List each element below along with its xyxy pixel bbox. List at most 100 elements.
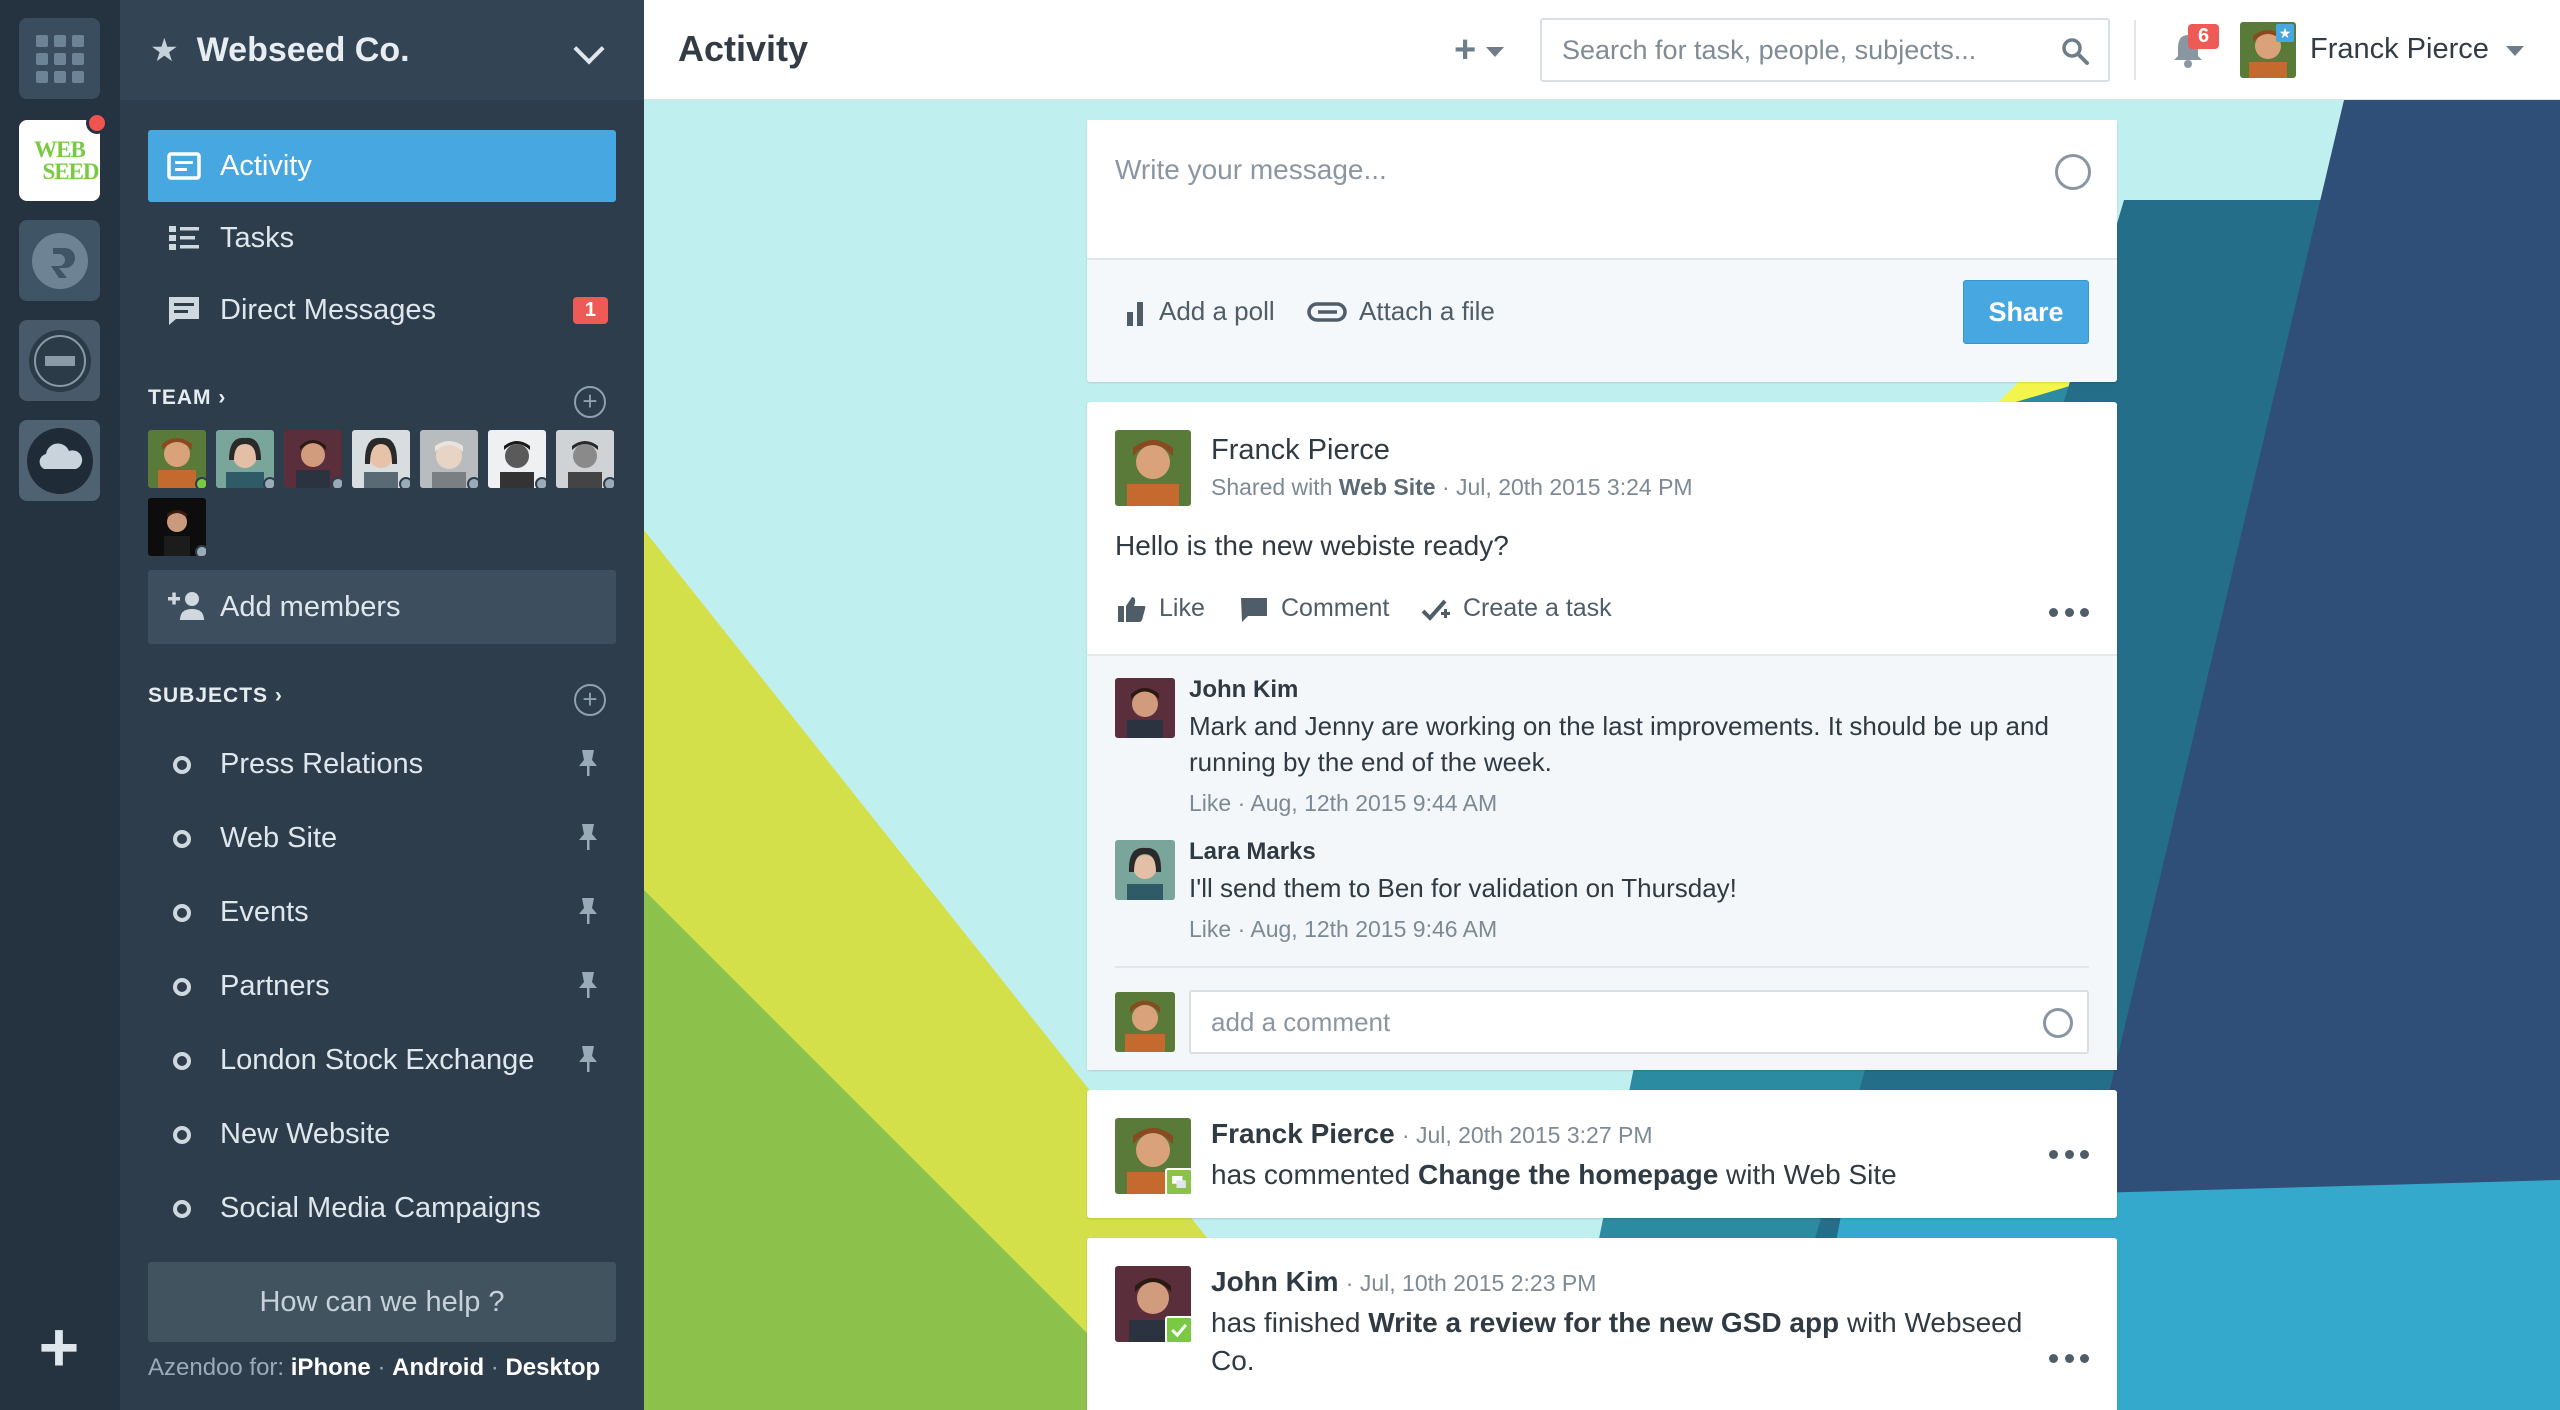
create-task-label: Create a task — [1463, 594, 1612, 622]
workspace-webseed[interactable]: WEB SEED — [19, 112, 108, 201]
post-author-avatar[interactable] — [1115, 430, 1191, 506]
desktop-link[interactable]: Desktop — [505, 1354, 600, 1381]
nav-direct-messages-label: Direct Messages — [220, 293, 436, 326]
workspace-3[interactable] — [19, 320, 100, 401]
star-icon[interactable]: ★ — [150, 31, 179, 69]
subjects-section-label[interactable]: SUBJECTS › — [148, 684, 283, 708]
footer-sep: · — [490, 1354, 499, 1381]
pin-icon[interactable] — [576, 822, 600, 852]
comment-meta[interactable]: Like · Aug, 12th 2015 9:44 AM — [1189, 790, 1497, 817]
message-input[interactable]: Write your message... — [1087, 120, 2117, 260]
person-avatar-icon — [1115, 992, 1175, 1052]
team-avatar-2[interactable] — [216, 430, 274, 488]
more-options-icon[interactable] — [2049, 1354, 2089, 1364]
user-avatar[interactable]: ★ — [2240, 22, 2296, 78]
comment-author[interactable]: Lara Marks — [1189, 838, 1316, 866]
subject-ring-icon — [173, 904, 191, 922]
create-menu-button[interactable]: + — [1454, 30, 1505, 70]
team-avatar-8[interactable] — [148, 498, 206, 556]
pin-icon[interactable] — [576, 896, 600, 926]
search-input[interactable] — [1542, 20, 2042, 80]
cloud-workspace-icon — [26, 427, 93, 494]
subject-label: London Stock Exchange — [220, 1043, 535, 1076]
comment-button[interactable]: Comment — [1239, 594, 1389, 623]
team-avatar-6[interactable] — [488, 430, 546, 488]
subject-item[interactable]: Social Media Campaigns — [148, 1178, 616, 1238]
notification-author[interactable]: John Kim — [1211, 1266, 1339, 1297]
check-plus-icon — [1421, 599, 1450, 621]
iphone-link[interactable]: iPhone — [291, 1354, 371, 1381]
more-options-icon[interactable] — [2049, 608, 2089, 618]
add-poll-button[interactable]: Add a poll — [1125, 296, 1275, 327]
notification-target[interactable]: Change the homepage — [1418, 1159, 1718, 1190]
nav-activity[interactable]: Activity — [148, 130, 616, 202]
notification-avatar[interactable] — [1115, 1118, 1193, 1196]
activity-post: Franck Pierce Shared with Web Site · Jul… — [1087, 402, 2117, 1070]
subject-label: Partners — [220, 969, 330, 1002]
team-section-label[interactable]: TEAM › — [148, 386, 226, 410]
org-switcher[interactable]: ★ Webseed Co. — [120, 0, 644, 100]
notification-target[interactable]: Write a review for the new GSD app — [1368, 1307, 1839, 1338]
emoji-icon[interactable] — [2043, 1008, 2073, 1038]
post-author[interactable]: Franck Pierce — [1211, 434, 1390, 467]
subject-ring-icon — [173, 830, 191, 848]
add-members-button[interactable]: Add members — [148, 570, 616, 644]
attach-file-button[interactable]: Attach a file — [1307, 296, 1495, 327]
pin-icon[interactable] — [576, 1044, 600, 1074]
team-avatar-7[interactable] — [556, 430, 614, 488]
comment-input[interactable] — [1191, 992, 2011, 1052]
notification-text: has commented Change the homepage with W… — [1211, 1156, 2031, 1194]
subject-ring-icon — [173, 756, 191, 774]
team-avatar-5[interactable] — [420, 430, 478, 488]
add-workspace-button[interactable]: + — [30, 1312, 88, 1382]
user-name[interactable]: Franck Pierce — [2310, 33, 2489, 66]
post-time: · Jul, 20th 2015 3:24 PM — [1441, 474, 1693, 500]
search-icon[interactable] — [2060, 36, 2090, 66]
tasks-icon — [169, 226, 199, 250]
subject-item[interactable]: Press Relations — [148, 734, 616, 794]
pin-icon[interactable] — [576, 748, 600, 778]
activity-notification: John Kim · Jul, 10th 2015 2:23 PM has fi… — [1087, 1238, 2117, 1410]
comments-divider — [1115, 966, 2089, 968]
paperclip-icon — [1307, 301, 1347, 322]
comment-meta[interactable]: Like · Aug, 12th 2015 9:46 AM — [1189, 916, 1497, 943]
nav-tasks[interactable]: Tasks — [148, 202, 616, 274]
more-options-icon[interactable] — [2049, 1150, 2089, 1160]
caret-down-icon — [1486, 46, 1505, 57]
team-avatar-3[interactable] — [284, 430, 342, 488]
share-button[interactable]: Share — [1963, 280, 2089, 344]
team-avatar-1[interactable] — [148, 430, 206, 488]
subject-item[interactable]: London Stock Exchange — [148, 1030, 616, 1090]
subject-item[interactable]: Events — [148, 882, 616, 942]
create-task-button[interactable]: Create a task — [1421, 594, 1612, 623]
message-composer: Write your message... Add a poll Attach … — [1087, 120, 2117, 382]
like-button[interactable]: Like — [1117, 594, 1205, 623]
emoji-icon[interactable] — [2055, 154, 2091, 190]
notification-author[interactable]: Franck Pierce — [1211, 1118, 1395, 1149]
search-box — [1540, 18, 2110, 82]
notification-avatar[interactable] — [1115, 1266, 1193, 1344]
help-button[interactable]: How can we help ? — [148, 1262, 616, 1342]
workspace-2-logo-icon — [31, 232, 88, 289]
workspace-2[interactable] — [19, 220, 100, 301]
subject-item[interactable]: New Website — [148, 1104, 616, 1164]
shared-with-link[interactable]: Web Site — [1339, 474, 1436, 500]
nav-direct-messages[interactable]: Direct Messages 1 — [148, 274, 616, 346]
android-link[interactable]: Android — [392, 1354, 484, 1381]
pin-icon[interactable] — [576, 970, 600, 1000]
team-avatar-4[interactable] — [352, 430, 410, 488]
apps-grid-icon[interactable] — [19, 18, 100, 99]
comment-author[interactable]: John Kim — [1189, 676, 1298, 704]
chevron-down-icon[interactable] — [573, 33, 605, 65]
nav-activity-label: Activity — [220, 149, 312, 182]
caret-down-icon[interactable] — [2506, 46, 2524, 56]
comment-avatar[interactable] — [1115, 840, 1175, 900]
activity-notification: Franck Pierce · Jul, 20th 2015 3:27 PM h… — [1087, 1090, 2117, 1218]
comment-avatar[interactable] — [1115, 678, 1175, 738]
shared-prefix: Shared with — [1211, 474, 1333, 500]
add-team-icon[interactable]: + — [574, 386, 606, 418]
add-subject-icon[interactable]: + — [574, 684, 606, 716]
subject-item[interactable]: Web Site — [148, 808, 616, 868]
workspace-4[interactable] — [19, 420, 100, 501]
subject-item[interactable]: Partners — [148, 956, 616, 1016]
